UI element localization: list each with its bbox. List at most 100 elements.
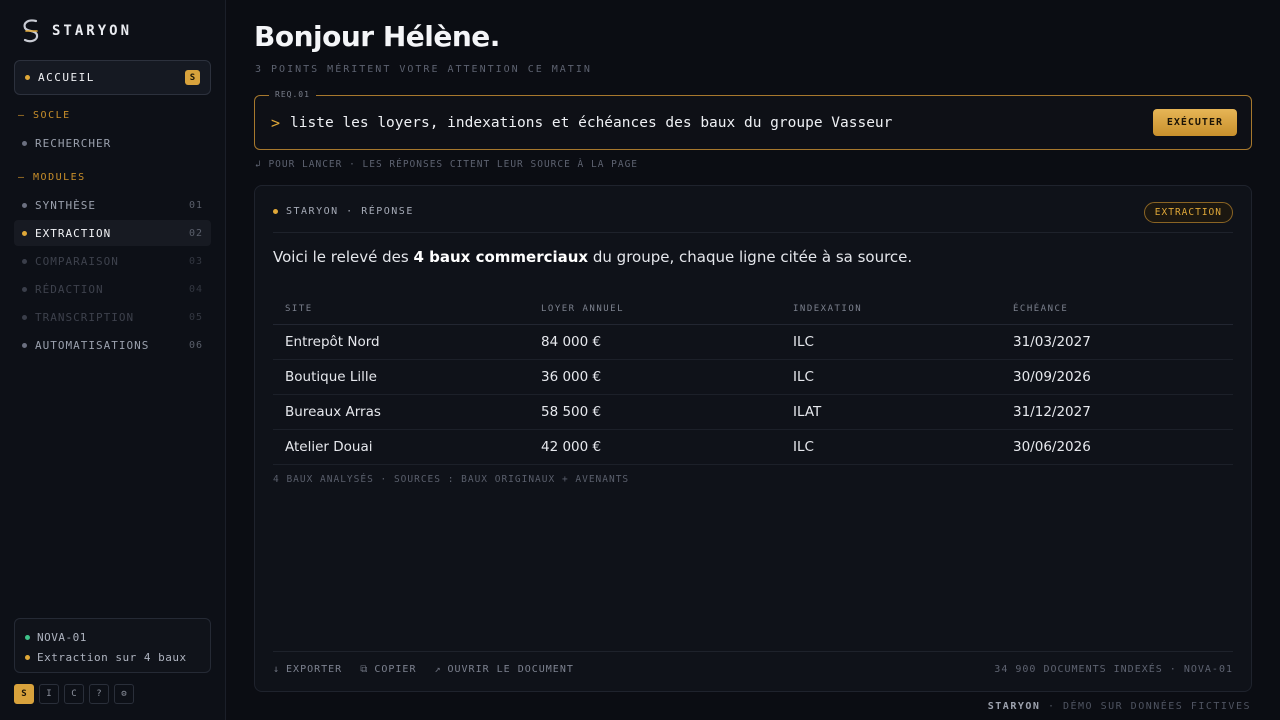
table-row[interactable]: Bureaux Arras 58 500 € ILAT 31/12/2027 — [273, 394, 1233, 430]
table-cell: Entrepôt Nord — [273, 324, 529, 360]
page-title: Bonjour Hélène. — [254, 20, 500, 53]
copy-label: COPIER — [374, 664, 417, 675]
table-row[interactable]: Entrepôt Nord 84 000 € ILC 31/03/2027 — [273, 324, 1233, 360]
external-link-icon: ↗ — [434, 664, 442, 675]
brand[interactable]: STARYON — [20, 18, 132, 44]
intro-text: du groupe, chaque ligne citée à sa sourc… — [588, 248, 913, 266]
brand-name: STARYON — [52, 23, 133, 39]
sidebar-item-number: 05 — [188, 311, 203, 323]
status-task-label: Extraction sur 4 baux — [37, 650, 187, 664]
table-cell: ILC — [781, 429, 1001, 465]
bullet-icon — [22, 314, 27, 320]
response-source: STARYON · RÉPONSE — [273, 206, 414, 217]
export-button[interactable]: ↓ EXPORTER — [273, 664, 342, 675]
column-header: LOYER ANNUEL — [529, 294, 781, 325]
sidebar-item-number: 01 — [188, 199, 203, 211]
table-cell: ILAT — [781, 394, 1001, 430]
table-row[interactable]: Atelier Douai 42 000 € ILC 30/06/2026 — [273, 429, 1233, 465]
sidebar-item-comparaison[interactable]: COMPARAISON 03 — [14, 248, 211, 274]
response-card: STARYON · RÉPONSE EXTRACTION Voici le re… — [254, 185, 1252, 692]
table-row[interactable]: Boutique Lille 36 000 € ILC 30/09/2026 — [273, 359, 1233, 395]
download-icon: ↓ — [273, 664, 281, 675]
help-button[interactable]: ? — [89, 684, 109, 704]
response-source-label: STARYON · RÉPONSE — [286, 206, 414, 217]
table-header-row: SITE LOYER ANNUEL INDEXATION ÉCHÉANCE — [273, 294, 1233, 325]
bullet-icon — [22, 286, 27, 292]
table-cell: 31/12/2027 — [1001, 394, 1233, 430]
active-dot-icon — [25, 75, 30, 80]
footer-brand: STARYON — [987, 701, 1041, 712]
sidebar-item-label: RECHERCHER — [35, 136, 112, 150]
sidebar-item-label: COMPARAISON — [35, 254, 119, 268]
open-document-button[interactable]: ↗ OUVRIR LE DOCUMENT — [434, 664, 573, 675]
table-cell: ILC — [781, 324, 1001, 360]
nav-home[interactable]: ACCUEIL S — [14, 60, 211, 95]
intro-text: Voici le relevé des — [273, 248, 414, 266]
table-cell: 58 500 € — [529, 394, 781, 430]
copy-button[interactable]: ⧉ COPIER — [360, 664, 416, 675]
response-actions: ↓ EXPORTER ⧉ COPIER ↗ OUVRIR LE DOCUMENT — [273, 664, 574, 675]
open-document-label: OUVRIR LE DOCUMENT — [447, 664, 574, 675]
online-dot-icon — [25, 634, 30, 640]
sidebar-item-number: 02 — [188, 227, 203, 239]
index-meta: 34 900 DOCUMENTS INDEXÉS · NOVA-01 — [994, 664, 1233, 675]
divider — [273, 232, 1233, 233]
status-node-label: NOVA-01 — [37, 630, 87, 644]
sidebar-item-extraction[interactable]: EXTRACTION 02 — [14, 220, 211, 246]
table-cell: ILC — [781, 359, 1001, 395]
sidebar-item-label: RÉDACTION — [35, 282, 104, 296]
table-cell: Atelier Douai — [273, 429, 529, 465]
response-intro: Voici le relevé des 4 baux commerciaux d… — [273, 248, 912, 266]
active-dot-icon — [22, 230, 27, 236]
shortcut-bar: S I C ? ⚙ — [14, 684, 134, 704]
source-dot-icon — [273, 209, 278, 214]
sidebar-item-label: TRANSCRIPTION — [35, 310, 135, 324]
page-footer: STARYON · DÉMO SUR DONNÉES FICTIVES — [988, 701, 1251, 712]
status-task: Extraction sur 4 baux — [25, 647, 200, 667]
table-cell: Boutique Lille — [273, 359, 529, 395]
table-cell: 30/06/2026 — [1001, 429, 1233, 465]
query-bar[interactable]: REQ.01 > liste les loyers, indexations e… — [254, 90, 1252, 150]
run-button[interactable]: EXÉCUTER — [1152, 109, 1237, 136]
sidebar-item-number: 03 — [188, 255, 203, 267]
column-header: SITE — [273, 294, 529, 325]
table-cell: 36 000 € — [529, 359, 781, 395]
page-subtitle: 3 POINTS MÉRITENT VOTRE ATTENTION CE MAT… — [255, 64, 592, 75]
column-header: INDEXATION — [781, 294, 1001, 325]
query-input[interactable]: liste les loyers, indexations et échéanc… — [290, 115, 1153, 131]
task-dot-icon — [25, 654, 30, 660]
status-panel: NOVA-01 Extraction sur 4 baux — [14, 618, 211, 673]
sidebar-item-number: 04 — [188, 283, 203, 295]
table-cell: 84 000 € — [529, 324, 781, 360]
shortcut-badge: S — [185, 70, 200, 85]
shortcut-i-button[interactable]: I — [39, 684, 59, 704]
sidebar-item-label: AUTOMATISATIONS — [35, 338, 150, 352]
sidebar-item-synthese[interactable]: SYNTHÈSE 01 — [14, 192, 211, 218]
shortcut-s-button[interactable]: S — [14, 684, 34, 704]
leases-table: SITE LOYER ANNUEL INDEXATION ÉCHÉANCE En… — [273, 294, 1233, 465]
status-node: NOVA-01 — [25, 627, 200, 647]
sidebar-item-automatisations[interactable]: AUTOMATISATIONS 06 — [14, 332, 211, 358]
shortcut-c-button[interactable]: C — [64, 684, 84, 704]
sidebar-item-rechercher[interactable]: RECHERCHER — [14, 130, 211, 156]
bullet-icon — [22, 140, 27, 146]
sidebar-item-label: EXTRACTION — [35, 226, 112, 240]
bullet-icon — [22, 202, 27, 208]
table-cell: 31/03/2027 — [1001, 324, 1233, 360]
intro-highlight: 4 baux commerciaux — [413, 248, 589, 266]
bullet-icon — [22, 258, 27, 264]
settings-gear-icon[interactable]: ⚙ — [114, 684, 134, 704]
table-cell: Bureaux Arras — [273, 394, 529, 430]
table-cell: 30/09/2026 — [1001, 359, 1233, 395]
staryon-logo-icon — [23, 19, 39, 43]
prompt-chevron-icon: > — [271, 113, 281, 132]
sidebar-item-redaction[interactable]: RÉDACTION 04 — [14, 276, 211, 302]
section-modules-title: — MODULES — [18, 172, 86, 183]
sidebar-item-transcription[interactable]: TRANSCRIPTION 05 — [14, 304, 211, 330]
module-tag[interactable]: EXTRACTION — [1143, 202, 1233, 223]
table-footnote: 4 BAUX ANALYSÉS · SOURCES : BAUX ORIGINA… — [273, 474, 630, 485]
divider — [273, 651, 1233, 652]
sidebar-item-number: 06 — [188, 339, 203, 351]
sidebar-item-label: SYNTHÈSE — [35, 198, 96, 212]
nav-home-label: ACCUEIL — [38, 71, 95, 84]
